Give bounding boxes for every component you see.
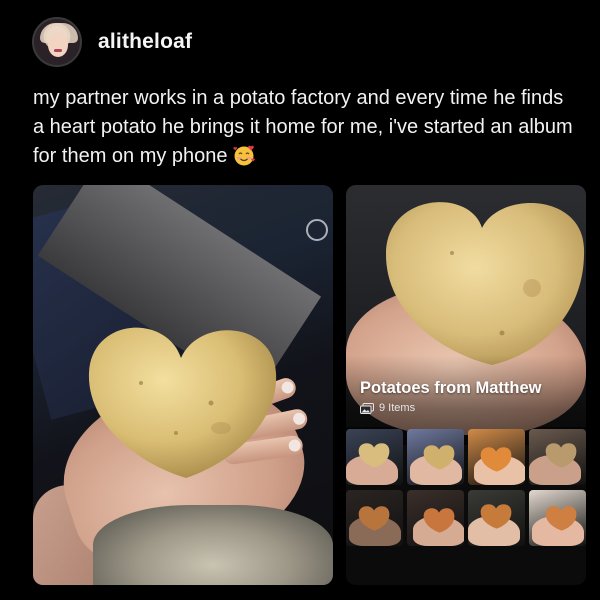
avatar-face (48, 33, 68, 57)
smiling-face-with-hearts-icon (232, 145, 255, 166)
post-caption: my partner works in a potato factory and… (33, 84, 578, 171)
photo-heart-potato-in-hand[interactable] (33, 185, 333, 585)
album-thumbnail[interactable] (346, 490, 403, 546)
avatar[interactable] (32, 17, 82, 67)
album-bottom (346, 551, 586, 585)
album-thumbnail[interactable] (529, 490, 586, 546)
heart-potato (385, 202, 585, 365)
album-thumbnail-grid (346, 429, 586, 547)
album-screenshot[interactable]: Potatoes from Matthew 9 Items (346, 185, 586, 585)
album-thumbnail[interactable] (407, 429, 464, 485)
username[interactable]: alitheloaf (98, 30, 192, 54)
album-thumbnail[interactable] (407, 490, 464, 546)
caption-text: my partner works in a potato factory and… (33, 87, 573, 167)
album-thumbnail[interactable] (468, 490, 525, 546)
thumbnail-heart-potato (423, 508, 455, 533)
album-title[interactable]: Potatoes from Matthew (360, 379, 542, 398)
fingernail (292, 411, 307, 426)
post-header: alitheloaf (32, 16, 192, 68)
album-thumbnail[interactable] (529, 429, 586, 485)
avatar-lips (54, 49, 62, 52)
thumbnail-heart-potato (480, 504, 512, 529)
heart-potato (88, 327, 277, 478)
album-cover[interactable]: Potatoes from Matthew 9 Items (346, 185, 586, 445)
blanket (93, 505, 333, 585)
photos-stack-icon (360, 402, 374, 414)
fingernail (287, 438, 302, 453)
thumbnail-heart-potato (358, 506, 390, 531)
album-count: 9 Items (360, 402, 415, 414)
album-thumbnail[interactable] (468, 429, 525, 485)
ring-icon (306, 219, 328, 241)
thumbnail-heart-potato (480, 447, 512, 472)
thumbnail-heart-potato (545, 443, 577, 468)
thumbnail-heart-potato (423, 445, 455, 470)
thumbnail-heart-potato (358, 443, 390, 468)
album-count-label: 9 Items (379, 402, 416, 414)
thumbnail-heart-potato (545, 506, 577, 531)
album-thumbnail[interactable] (346, 429, 403, 485)
fingernail (279, 379, 296, 396)
